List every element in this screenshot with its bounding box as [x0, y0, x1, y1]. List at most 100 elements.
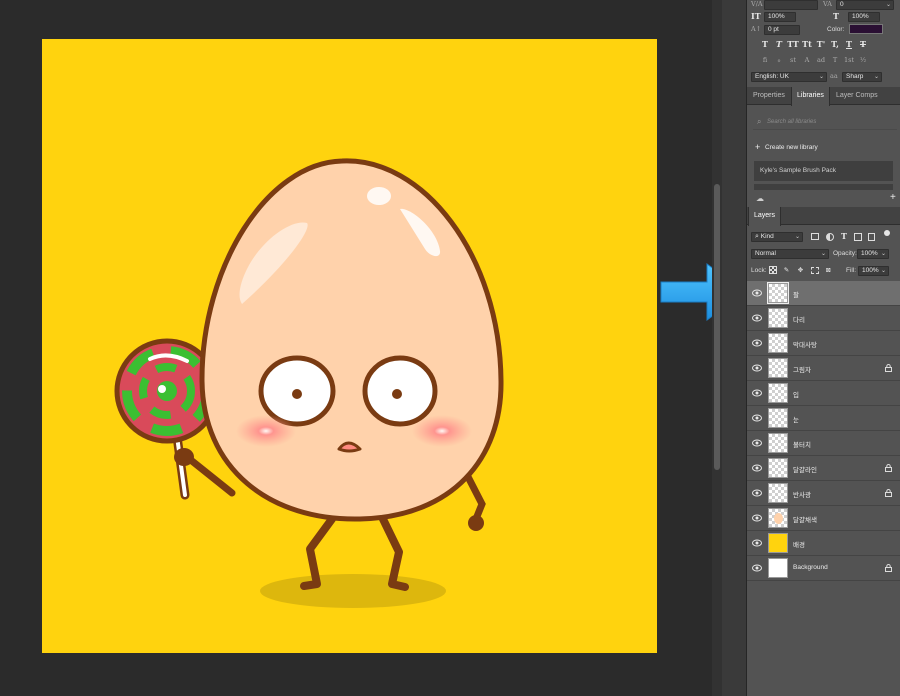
layer-row[interactable]: 막대사탕 [747, 331, 900, 356]
cloud-icon[interactable]: ☁ [756, 194, 764, 203]
add-plus-icon[interactable]: + [890, 192, 896, 203]
chevron-down-icon[interactable]: ⌄ [819, 73, 824, 81]
stylistic-alternates-button[interactable]: ad [815, 56, 827, 65]
layer-name[interactable]: Background [793, 564, 828, 571]
layer-name[interactable]: 반사광 [793, 489, 811, 499]
small-caps-button[interactable]: Tt [801, 40, 813, 49]
tab-libraries[interactable]: Libraries [791, 87, 830, 106]
canvas-vertical-scrollbar[interactable] [712, 0, 722, 696]
fractions-button[interactable]: ½ [857, 56, 869, 65]
lock-icon[interactable] [885, 364, 892, 372]
layer-name[interactable]: 그림자 [793, 364, 811, 374]
ligature-button[interactable]: fi [759, 56, 771, 65]
vertical-scale-field[interactable]: 100% [764, 12, 796, 22]
eye-icon[interactable] [752, 539, 762, 547]
layer-row[interactable]: 반사광 [747, 481, 900, 506]
chevron-down-icon[interactable]: ⌄ [874, 73, 879, 81]
tab-properties[interactable]: Properties [748, 87, 790, 105]
eye-icon[interactable] [752, 364, 762, 372]
layer-row[interactable]: 눈 [747, 406, 900, 431]
layer-row[interactable]: 달걀채색 [747, 506, 900, 531]
swash-button[interactable]: A [801, 56, 813, 65]
contextual-alternates-button[interactable]: ℴ [773, 56, 785, 65]
layer-row[interactable]: 배경 [747, 531, 900, 556]
horizontal-scale-field[interactable]: 100% [848, 12, 880, 22]
layer-name[interactable]: 막대사탕 [793, 339, 817, 349]
eye-icon[interactable] [752, 414, 762, 422]
layer-filter-select[interactable]: ⌕ Kind ⌄ [751, 232, 803, 242]
underline-button[interactable]: T [843, 40, 855, 49]
eye-icon[interactable] [752, 339, 762, 347]
layer-row[interactable]: 팔 [747, 281, 900, 306]
superscript-button[interactable]: T' [815, 40, 827, 49]
chevron-down-icon[interactable]: ⌄ [821, 250, 826, 258]
faux-bold-button[interactable]: T [759, 40, 771, 49]
eye-icon[interactable] [752, 439, 762, 447]
chevron-down-icon[interactable]: ⌄ [886, 1, 891, 9]
document-canvas[interactable] [42, 39, 657, 653]
language-select[interactable]: English: UK ⌄ [751, 72, 827, 82]
antialias-select[interactable]: Sharp ⌄ [842, 72, 882, 82]
eye-icon[interactable] [752, 289, 762, 297]
filter-toggle-icon[interactable] [884, 230, 890, 236]
layer-row[interactable]: 입 [747, 381, 900, 406]
faux-italic-button[interactable]: T [773, 40, 785, 49]
library-item[interactable]: Kyle's Sample Brush Pack [754, 161, 893, 181]
layer-name[interactable]: 배경 [793, 539, 805, 549]
layer-name[interactable]: 볼터치 [793, 439, 811, 449]
eye-icon[interactable] [752, 464, 762, 472]
tab-layer-comps[interactable]: Layer Comps [831, 87, 883, 105]
layer-name[interactable]: 달걀채색 [793, 514, 817, 524]
fill-field[interactable]: 100% ⌄ [858, 266, 889, 276]
filter-pixel-icon[interactable] [811, 233, 819, 240]
lock-all-icon[interactable]: ⊠ [824, 266, 833, 275]
opacity-field[interactable]: 100% ⌄ [857, 249, 889, 259]
library-search-placeholder: Search all libraries [767, 119, 817, 125]
lock-artboard-icon[interactable] [811, 267, 819, 274]
discretionary-ligatures-button[interactable]: st [787, 56, 799, 65]
lock-image-brush-icon[interactable]: ✎ [782, 266, 791, 275]
layer-name[interactable]: 달걀라인 [793, 464, 817, 474]
kerning-field[interactable]: 0 ⌄ [836, 0, 894, 10]
eye-icon[interactable] [752, 564, 762, 572]
ordinals-button[interactable]: 1st [843, 56, 855, 65]
chevron-down-icon[interactable]: ⌄ [881, 250, 886, 258]
lock-icon[interactable] [885, 464, 892, 472]
text-color-swatch[interactable] [849, 24, 883, 34]
scrollbar-thumb[interactable] [714, 184, 720, 470]
layer-name[interactable]: 눈 [793, 414, 799, 424]
layer-row[interactable]: 그림자 [747, 356, 900, 381]
lock-icon[interactable] [885, 489, 892, 497]
eye-icon[interactable] [752, 389, 762, 397]
chevron-down-icon[interactable]: ⌄ [881, 267, 886, 275]
layer-name[interactable]: 입 [793, 389, 799, 399]
library-item-2[interactable] [754, 184, 893, 190]
layer-row[interactable]: 볼터치 [747, 431, 900, 456]
filter-type-icon[interactable]: T [840, 232, 848, 241]
eye-icon[interactable] [752, 489, 762, 497]
layer-row[interactable]: 달걀라인 [747, 456, 900, 481]
lock-transparent-icon[interactable] [769, 266, 777, 274]
layer-name[interactable]: 팔 [793, 289, 799, 299]
filter-adjustment-icon[interactable] [826, 233, 834, 241]
canvas-workspace[interactable] [0, 0, 712, 696]
chevron-down-icon[interactable]: ⌄ [795, 233, 800, 241]
library-search-box[interactable]: ⌕ Search all libraries [753, 114, 897, 130]
layer-row[interactable]: Background [747, 556, 900, 581]
eye-icon[interactable] [752, 314, 762, 322]
layer-name[interactable]: 다리 [793, 314, 805, 324]
baseline-shift-field[interactable]: 0 pt [764, 25, 800, 35]
blend-mode-select[interactable]: Normal ⌄ [751, 249, 829, 259]
filter-smart-object-icon[interactable] [868, 233, 875, 241]
lock-position-move-icon[interactable]: ✥ [796, 266, 805, 275]
tab-layers[interactable]: Layers [748, 207, 782, 226]
layer-row[interactable]: 다리 [747, 306, 900, 331]
strikethrough-button[interactable]: T [857, 40, 869, 49]
filter-shape-icon[interactable] [854, 233, 862, 241]
eye-icon[interactable] [752, 514, 762, 522]
tracking-field[interactable] [764, 0, 818, 10]
titling-alternates-button[interactable]: T [829, 56, 841, 65]
lock-icon[interactable] [885, 564, 892, 572]
all-caps-button[interactable]: TT [787, 40, 799, 49]
subscript-button[interactable]: T, [829, 40, 841, 49]
